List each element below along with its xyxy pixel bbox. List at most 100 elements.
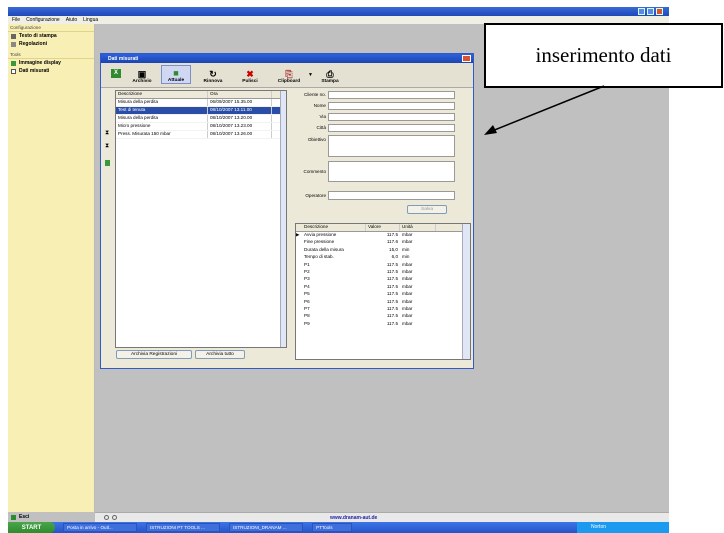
taskbar-item[interactable]: Posta in arrivo - Outl... bbox=[63, 523, 137, 532]
exit-button[interactable]: Esci bbox=[11, 514, 29, 520]
list-item[interactable]: Press. Misurata 150 mbar 08/10/2007 13.26… bbox=[116, 131, 286, 139]
archivio-button[interactable]: ▣ Archivio bbox=[127, 65, 157, 84]
tag-icon[interactable] bbox=[105, 160, 110, 166]
label-cliente-no: Cliente no. bbox=[304, 92, 326, 97]
maximize-button[interactable] bbox=[647, 8, 654, 15]
cell-unita: mbar bbox=[402, 305, 413, 311]
cell-unita: mbar bbox=[402, 320, 413, 326]
menu-configurazione[interactable]: Configurazione bbox=[26, 17, 60, 23]
cell-descrizione: P9 bbox=[304, 320, 310, 326]
attuale-label: Attuale bbox=[167, 78, 185, 83]
list-item[interactable]: Misura della perdita 08/10/2007 13.20.00 bbox=[116, 115, 286, 123]
filter-icon[interactable]: ⧗ bbox=[105, 143, 109, 150]
cell-unita: mbar bbox=[402, 291, 413, 297]
list-item[interactable]: Misura della perdita 06/09/2007 15.35.00 bbox=[116, 99, 286, 107]
sidebar-item-dati-misurati[interactable]: Dati misurati bbox=[8, 67, 94, 75]
table-row[interactable]: P1 117.5 mbar bbox=[296, 262, 470, 269]
nome-field[interactable] bbox=[328, 102, 455, 110]
table-row[interactable]: Durata della misura 15,0 min bbox=[296, 247, 470, 254]
archivia-registrazioni-button[interactable]: Archivia Registrazioni bbox=[116, 350, 192, 359]
list-item[interactable]: Micro pressione 08/10/2007 13.23.00 bbox=[116, 123, 286, 131]
cell-valore: 117.5 bbox=[386, 320, 398, 326]
sidebar-item-regolazioni[interactable]: Regolazioni bbox=[8, 40, 94, 48]
stampa-button[interactable]: ⎙ Stampa bbox=[315, 65, 345, 84]
clipboard-label: Clipboard bbox=[277, 79, 301, 84]
table-row[interactable]: P2 117.5 mbar bbox=[296, 269, 470, 276]
cell-unita: mbar bbox=[402, 313, 413, 319]
list-item-time: 08/10/2007 13.11.00 bbox=[208, 107, 272, 114]
status-led-1-icon bbox=[104, 515, 109, 520]
archivia-tutto-button[interactable]: Archivia tutto bbox=[195, 350, 245, 359]
window-titlebar bbox=[8, 7, 669, 16]
salva-button[interactable]: Salva bbox=[407, 205, 447, 214]
column-ora[interactable]: Ora bbox=[208, 91, 272, 98]
sidebar-item-immagine-display[interactable]: Immagine display bbox=[8, 59, 94, 67]
dialog-title: Dati misurati bbox=[101, 54, 473, 63]
taskbar-item[interactable]: ISTRUZIONI PT TOOLS ... bbox=[146, 523, 220, 532]
sidebar-item-testo-di-stampa[interactable]: Testo di stampa bbox=[8, 32, 94, 40]
column-unita[interactable]: Unità bbox=[400, 224, 436, 231]
cell-descrizione: P7 bbox=[304, 305, 310, 311]
excel-icon[interactable]: X bbox=[111, 69, 121, 78]
chevron-down-icon[interactable]: ▼ bbox=[308, 72, 313, 78]
list-header: Descrizione Ora bbox=[116, 91, 286, 99]
table-row[interactable]: P4 117.5 mbar bbox=[296, 284, 470, 291]
cell-descrizione: P6 bbox=[304, 298, 310, 304]
menu-file[interactable]: File bbox=[12, 17, 20, 23]
window-controls bbox=[638, 8, 663, 15]
start-button[interactable]: START bbox=[8, 522, 55, 533]
cell-valore: 117.5 bbox=[386, 291, 398, 297]
taskbar-item[interactable]: ISTRUZIONI_DRANAM ... bbox=[229, 523, 303, 532]
cliente-no-field[interactable] bbox=[328, 91, 455, 99]
list-scrollbar[interactable] bbox=[280, 91, 286, 347]
list-item[interactable]: Test di tenuta 08/10/2007 13.11.00 bbox=[116, 107, 286, 115]
callout-box: inserimento dati bbox=[484, 23, 723, 88]
label-citta: Città bbox=[316, 125, 326, 130]
table-row[interactable]: P9 117.5 mbar bbox=[296, 321, 470, 328]
cell-valore: 117.5 bbox=[386, 276, 398, 282]
sidebar-item-label: Regolazioni bbox=[19, 41, 48, 47]
sort-icon[interactable]: ⧗ bbox=[105, 130, 109, 137]
column-valore[interactable]: Valore bbox=[366, 224, 400, 231]
table-row[interactable]: ▶ Avvia pressione 117.5 mbar bbox=[296, 232, 470, 239]
list-item-time: 08/10/2007 13.26.00 bbox=[208, 131, 272, 138]
website-link[interactable]: www.dranam-aut.de bbox=[330, 515, 377, 521]
dialog-close-button[interactable] bbox=[462, 55, 471, 62]
close-button[interactable] bbox=[656, 8, 663, 15]
menu-lingua[interactable]: Lingua bbox=[83, 17, 98, 23]
table-row[interactable]: Tempo di stab. 6,0 min bbox=[296, 254, 470, 261]
cell-descrizione: P1 bbox=[304, 261, 310, 267]
table-row[interactable]: P3 117.5 mbar bbox=[296, 276, 470, 283]
sidebar-item-label: Testo di stampa bbox=[19, 33, 57, 39]
minimize-button[interactable] bbox=[638, 8, 645, 15]
sidebar-group-configurazione: Configurazione bbox=[8, 24, 94, 32]
sidebar-item-label: Dati misurati bbox=[19, 68, 50, 74]
commento-field[interactable] bbox=[328, 161, 455, 182]
attuale-button[interactable]: ■ Attuale bbox=[161, 65, 191, 84]
cell-unita: min bbox=[402, 254, 410, 260]
citta-field[interactable] bbox=[328, 124, 455, 132]
table-row[interactable]: P8 117.5 mbar bbox=[296, 313, 470, 320]
cell-valore: 117.5 bbox=[386, 313, 398, 319]
column-descrizione[interactable]: Descrizione bbox=[302, 224, 366, 231]
cell-unita: mbar bbox=[402, 283, 413, 289]
cell-unita: min bbox=[402, 246, 410, 252]
pulisci-button[interactable]: ✖ Pulisci bbox=[235, 65, 265, 84]
menu-aiuto[interactable]: Aiuto bbox=[66, 17, 77, 23]
norton-label[interactable]: Norton bbox=[591, 524, 606, 530]
operatore-field[interactable] bbox=[328, 191, 455, 200]
rinnova-button[interactable]: ↻ Rinnova bbox=[197, 65, 229, 84]
clipboard-button[interactable]: ⎘ Clipboard bbox=[271, 65, 307, 84]
cell-unita: mbar bbox=[402, 268, 413, 274]
table-row[interactable]: P7 117.5 mbar bbox=[296, 306, 470, 313]
obiettivo-field[interactable] bbox=[328, 135, 455, 157]
column-descrizione[interactable]: Descrizione bbox=[116, 91, 208, 98]
table-row[interactable]: P5 117.5 mbar bbox=[296, 291, 470, 298]
taskbar-item[interactable]: PTTools bbox=[312, 523, 352, 532]
via-field[interactable] bbox=[328, 113, 455, 121]
values-table-header: Descrizione Valore Unità bbox=[296, 224, 470, 232]
list-tools: ⧗ ⧗ bbox=[103, 90, 113, 340]
table-row[interactable]: Fine pressione 117.6 mbar bbox=[296, 239, 470, 246]
values-table-scrollbar[interactable] bbox=[462, 224, 470, 359]
table-row[interactable]: P6 117.5 mbar bbox=[296, 299, 470, 306]
